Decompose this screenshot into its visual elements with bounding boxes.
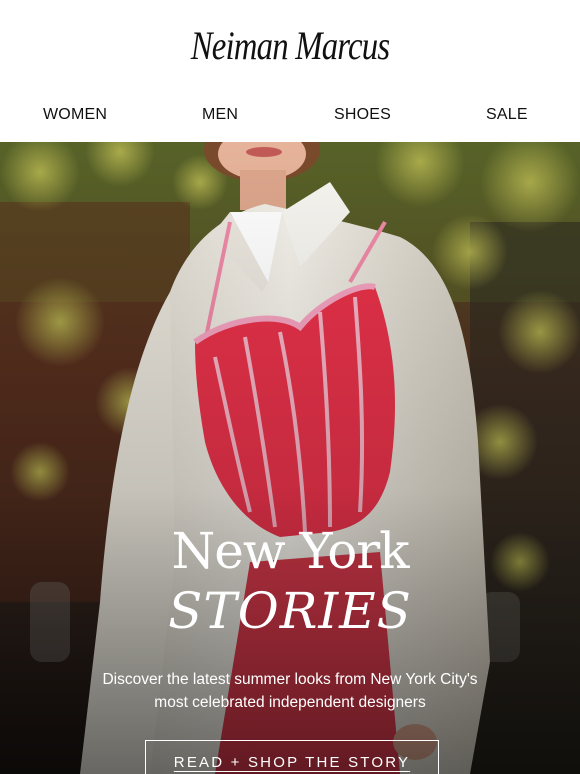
read-shop-story-button[interactable]: READ + SHOP THE STORY <box>145 740 439 774</box>
top-nav: WOMEN MEN SHOES SALE <box>0 106 580 128</box>
hero-description-line2: most celebrated independent designers <box>154 694 426 711</box>
hero-banner[interactable]: New York STORIES Discover the latest sum… <box>0 142 580 774</box>
hero-description: Discover the latest summer looks from Ne… <box>0 668 580 714</box>
cta-label: READ + SHOP THE STORY <box>173 754 411 771</box>
nav-item-shoes[interactable]: SHOES <box>334 106 391 124</box>
nav-item-men[interactable]: MEN <box>202 106 238 124</box>
neiman-marcus-logo[interactable]: Neiman Marcus <box>52 22 528 69</box>
nav-item-women[interactable]: WOMEN <box>43 106 107 124</box>
hero-title-line2: STORIES <box>168 582 412 640</box>
hero-title-line1: New York <box>171 522 410 580</box>
email-header: Neiman Marcus WOMEN MEN SHOES SALE <box>0 0 580 142</box>
nav-item-sale[interactable]: SALE <box>486 106 528 124</box>
hero-description-line1: Discover the latest summer looks from Ne… <box>102 671 478 688</box>
